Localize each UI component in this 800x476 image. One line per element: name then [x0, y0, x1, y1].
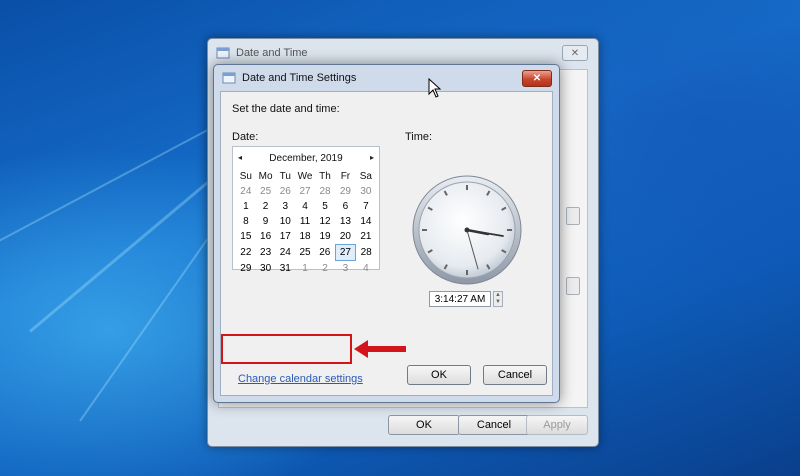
calendar-day[interactable]: 26 [275, 184, 295, 199]
calendar-day[interactable]: 2 [256, 199, 276, 214]
weekday-label: Tu [279, 171, 291, 182]
calendar-day[interactable]: 2 [315, 261, 335, 277]
calendar-day[interactable]: 25 [256, 184, 276, 199]
weekday-label: Sa [359, 171, 372, 182]
mouse-cursor-icon [428, 78, 442, 98]
instruction-text: Set the date and time: [232, 103, 340, 115]
time-input[interactable]: 3:14:27 AM [429, 291, 491, 307]
close-icon: ✕ [532, 73, 542, 84]
weekday-label: Mo [258, 171, 273, 182]
calendar-day[interactable]: 1 [236, 199, 256, 214]
calendar-day[interactable]: 9 [256, 214, 276, 229]
calendar-week-row: 8 9 10 11 12 13 14 [236, 214, 376, 229]
calendar-day[interactable]: 28 [356, 245, 376, 261]
calendar-day[interactable]: 16 [256, 229, 276, 245]
calendar-header: ◂ December, 2019 ▸ [233, 153, 379, 167]
calendar-day[interactable]: 15 [236, 229, 256, 245]
calendar-day[interactable]: 7 [356, 199, 376, 214]
calendar-day[interactable]: 21 [356, 229, 376, 245]
date-label: Date: [232, 131, 259, 143]
calendar-week-row: 22 23 24 25 26 27 28 [236, 244, 376, 261]
calendar-day[interactable]: 29 [236, 261, 256, 277]
weekday-label: Su [239, 171, 252, 182]
calendar-day-selected[interactable]: 27 [334, 244, 357, 261]
calendar-day[interactable]: 29 [335, 184, 356, 199]
calendar-day[interactable]: 26 [315, 245, 335, 261]
calendar-day[interactable]: 1 [295, 261, 315, 277]
calendar-day[interactable]: 31 [275, 261, 295, 277]
calendar-day[interactable]: 12 [315, 214, 335, 229]
annotation-highlight-box [221, 334, 352, 364]
time-label: Time: [405, 131, 433, 143]
calendar-day[interactable]: 24 [275, 245, 295, 261]
calendar-week-row: 1 2 3 4 5 6 7 [236, 199, 376, 214]
date-time-icon [216, 47, 230, 59]
outer-panel-button-stub[interactable] [566, 207, 580, 225]
outer-title-bar: Date and Time [216, 45, 308, 61]
calendar-day[interactable]: 13 [335, 214, 356, 229]
calendar-day[interactable]: 10 [275, 214, 295, 229]
time-spinner[interactable]: ▲ ▼ [493, 291, 503, 307]
calendar-day[interactable]: 14 [356, 214, 376, 229]
calendar-day[interactable]: 4 [356, 261, 376, 277]
calendar-day[interactable]: 25 [295, 245, 315, 261]
calendar-day[interactable]: 22 [236, 245, 256, 261]
outer-apply-button[interactable]: Apply [526, 415, 588, 435]
calendar-day[interactable]: 24 [236, 184, 256, 199]
outer-ok-button[interactable]: OK [388, 415, 460, 435]
outer-close-button[interactable]: ✕ [562, 45, 588, 61]
calendar-day[interactable]: 30 [256, 261, 276, 277]
calendar-day[interactable]: 11 [295, 214, 315, 229]
spin-down-icon[interactable]: ▼ [494, 299, 502, 306]
calendar-day[interactable]: 18 [295, 229, 315, 245]
calendar-grid: Su Mo Tu We Th Fr Sa 24 25 26 27 28 29 3… [236, 169, 376, 276]
next-month-icon[interactable]: ▸ [370, 153, 374, 162]
weekday-label: We [297, 171, 313, 182]
calendar-day[interactable]: 5 [315, 199, 335, 214]
weekday-label: Fr [340, 171, 351, 182]
calendar-day[interactable]: 28 [315, 184, 335, 199]
calendar-day[interactable]: 4 [295, 199, 315, 214]
outer-cancel-button[interactable]: Cancel [458, 415, 530, 435]
inner-title-bar: Date and Time Settings [222, 70, 356, 86]
calendar-day[interactable]: 3 [335, 261, 356, 277]
spin-up-icon[interactable]: ▲ [494, 292, 502, 299]
calendar-week-row: 24 25 26 27 28 29 30 [236, 184, 376, 199]
analog-clock [412, 175, 522, 285]
inner-close-button[interactable]: ✕ [522, 70, 552, 87]
calendar-day[interactable]: 27 [295, 184, 315, 199]
date-time-icon [222, 72, 236, 84]
annotation-arrow-icon [354, 340, 406, 358]
calendar-day[interactable]: 17 [275, 229, 295, 245]
change-calendar-settings-link[interactable]: Change calendar settings [238, 373, 363, 385]
weekday-header-row: Su Mo Tu We Th Fr Sa [236, 169, 376, 184]
outer-panel-button-stub[interactable] [566, 277, 580, 295]
calendar-day[interactable]: 3 [275, 199, 295, 214]
outer-dialog-title: Date and Time [236, 47, 308, 59]
calendar-week-row: 15 16 17 18 19 20 21 [236, 229, 376, 245]
calendar-day[interactable]: 19 [315, 229, 335, 245]
calendar-week-row: 29 30 31 1 2 3 4 [236, 261, 376, 277]
inner-dialog-title: Date and Time Settings [242, 72, 357, 84]
calendar-day[interactable]: 30 [356, 184, 376, 199]
calendar-day[interactable]: 8 [236, 214, 256, 229]
calendar-day[interactable]: 23 [256, 245, 276, 261]
calendar-month-label[interactable]: December, 2019 [233, 153, 379, 164]
inner-cancel-button[interactable]: Cancel [483, 365, 547, 385]
calendar-day[interactable]: 6 [335, 199, 356, 214]
weekday-label: Th [319, 171, 331, 182]
calendar-day[interactable]: 20 [335, 229, 356, 245]
inner-ok-button[interactable]: OK [407, 365, 471, 385]
calendar: ◂ December, 2019 ▸ Su Mo Tu We Th Fr Sa … [232, 146, 380, 274]
close-icon: ✕ [570, 47, 580, 59]
